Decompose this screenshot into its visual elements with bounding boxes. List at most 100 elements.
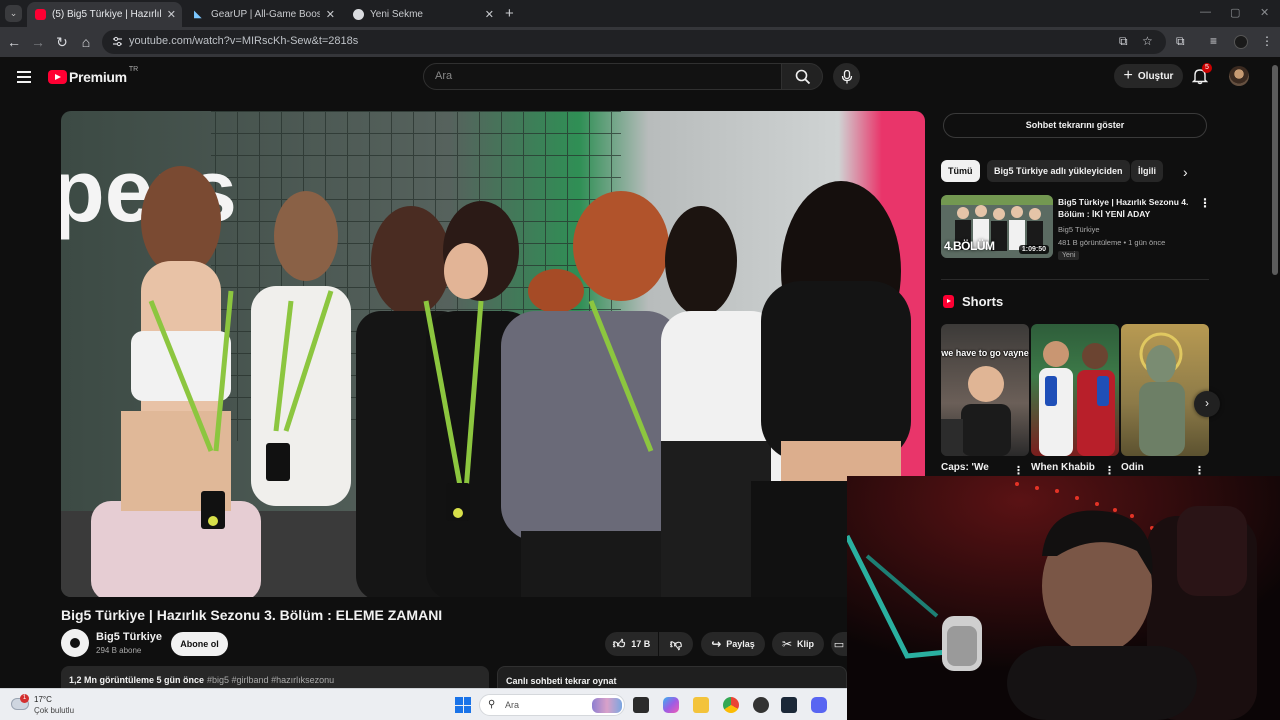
site-info-icon[interactable] [112, 36, 123, 47]
tab-title: (5) Big5 Türkiye | Hazırlık Sezonu [52, 9, 161, 20]
tab-search-button[interactable]: ⌄ [5, 5, 22, 22]
shorts-icon [943, 295, 954, 308]
short-thumbnail[interactable] [1031, 324, 1119, 456]
voice-search-button[interactable] [833, 63, 860, 90]
notifications-button[interactable]: 5 [1191, 63, 1212, 85]
tab-gearup[interactable]: ◣ GearUP | All-Game Booster | Re ✕ [186, 2, 341, 27]
steam-icon[interactable] [781, 697, 797, 713]
country-code: TR [128, 65, 139, 73]
short-title[interactable]: Odin [1121, 462, 1144, 473]
shorts-next-button[interactable]: › [1194, 391, 1220, 417]
save-icon: ▭ [833, 638, 845, 651]
logo-text: Premium [69, 69, 127, 85]
browser-toolbar: ← → ↻ ⌂ youtube.com/watch?v=MIRscKh-Sew&… [0, 27, 1280, 57]
divider [941, 279, 1209, 280]
chrome-icon[interactable] [723, 697, 739, 713]
gearup-favicon-icon: ◣ [194, 9, 202, 20]
weather-badge: 1 [20, 694, 29, 703]
menu-icon[interactable]: ⋮ [1261, 34, 1273, 48]
search-box[interactable] [423, 63, 782, 90]
reading-list-icon[interactable]: ≡ [1210, 34, 1217, 48]
webcam-image [847, 476, 1280, 720]
create-label: Oluştur [1137, 70, 1174, 82]
recommended-channel[interactable]: Big5 Türkiye [1058, 225, 1100, 234]
short-title[interactable]: Caps: 'We [941, 462, 989, 473]
close-tab-icon[interactable]: ✕ [326, 8, 335, 21]
youtube-logo[interactable]: Premium TR [48, 65, 139, 85]
dislike-button[interactable]: 👎︎ [659, 632, 693, 656]
taskbar-search-placeholder: Ara [505, 700, 520, 710]
shorts-heading-text: Shorts [962, 294, 1004, 309]
browser-tab-strip: ⌄ (5) Big5 Türkiye | Hazırlık Sezonu ✕ ◣… [0, 0, 1280, 27]
channel-name[interactable]: Big5 Türkiye [96, 631, 162, 643]
show-chat-replay-button[interactable]: Sohbet tekrarını göster [943, 113, 1207, 138]
windows-taskbar: 1 17°C Çok bulutlu ⚲ Ara [0, 688, 847, 720]
account-avatar[interactable] [1229, 66, 1249, 86]
short-caption: we have to go vayne [941, 348, 1029, 358]
close-tab-icon[interactable]: ✕ [167, 8, 176, 21]
short-thumbnail-image [1139, 332, 1185, 456]
task-view-icon[interactable] [633, 697, 649, 713]
thumbs-up-icon: 👍︎ [612, 636, 626, 651]
webcam-overlay [847, 476, 1280, 720]
reload-icon[interactable]: ↻ [54, 34, 70, 50]
recommended-thumbnail[interactable]: 4.BÖLÜM 1:09:50 [941, 195, 1053, 258]
forward-icon[interactable]: → [30, 34, 46, 50]
profile-avatar[interactable] [1234, 35, 1248, 49]
window-close-icon[interactable]: ✕ [1260, 6, 1269, 19]
taskbar-search[interactable]: ⚲ Ara [479, 694, 625, 716]
tab-title: GearUP | All-Game Booster | Re [211, 9, 320, 20]
cast-icon[interactable]: ⧉ [1119, 34, 1128, 49]
short-thumbnail-image [1039, 341, 1115, 456]
chip-from-uploader[interactable]: Big5 Türkiye adlı yükleyiciden [987, 160, 1130, 182]
chrome-favicon-icon [353, 9, 364, 20]
page-scrollbar[interactable] [1272, 65, 1278, 275]
save-button[interactable]: ▭ [831, 632, 847, 656]
clip-label: Klip [797, 639, 815, 649]
youtube-play-icon [48, 70, 67, 84]
channel-avatar[interactable] [61, 629, 89, 657]
hamburger-menu-icon[interactable] [17, 71, 31, 86]
short-title[interactable]: When Khabib [1031, 462, 1095, 473]
discord-icon[interactable] [811, 697, 827, 713]
back-icon[interactable]: ← [6, 34, 22, 50]
search-button[interactable] [781, 63, 823, 90]
chevron-right-icon[interactable]: › [1183, 164, 1188, 180]
microphone-icon [841, 70, 853, 84]
episode-overlay-text: 4.BÖLÜM [944, 239, 995, 253]
clip-button[interactable]: ✂ Klip [772, 632, 824, 656]
url-text: youtube.com/watch?v=MIRscKh-Sew&t=2818s [129, 35, 359, 47]
tab-new-tab[interactable]: Yeni Sekme ✕ [345, 2, 500, 27]
hashtags[interactable]: #big5 #girlband #hazırlıksezonu [207, 675, 334, 685]
share-button[interactable]: ↪ Paylaş [701, 632, 765, 656]
close-tab-icon[interactable]: ✕ [485, 8, 494, 21]
chip-related[interactable]: İlgili [1131, 160, 1163, 182]
search-input[interactable] [435, 70, 755, 82]
chevron-right-icon: › [1205, 396, 1209, 410]
more-options-icon[interactable]: ⋮ [1199, 197, 1211, 209]
subscribe-button[interactable]: Abone ol [171, 632, 228, 656]
thumbs-down-icon: 👎︎ [669, 636, 683, 651]
short-thumbnail[interactable] [1121, 324, 1209, 456]
short-thumbnail[interactable]: we have to go vayne [941, 324, 1029, 456]
create-button[interactable]: + Oluştur [1114, 64, 1183, 88]
extensions-icon[interactable]: ⧉ [1176, 34, 1185, 49]
recommended-title[interactable]: Big5 Türkiye | Hazırlık Sezonu 4. Bölüm … [1058, 196, 1194, 220]
bookmark-star-icon[interactable]: ☆ [1142, 34, 1153, 48]
new-tab-icon[interactable]: + [505, 5, 514, 22]
windows-start-icon[interactable] [455, 697, 471, 713]
share-icon: ↪ [711, 637, 722, 651]
like-button[interactable]: 👍︎ 17 B [605, 632, 658, 656]
app-icon[interactable] [753, 697, 769, 713]
tab-youtube[interactable]: (5) Big5 Türkiye | Hazırlık Sezonu ✕ [27, 2, 182, 27]
video-duration: 1:09:50 [1018, 245, 1049, 254]
maximize-icon[interactable]: ▢ [1230, 6, 1240, 19]
home-icon[interactable]: ⌂ [78, 34, 94, 50]
address-bar[interactable]: youtube.com/watch?v=MIRscKh-Sew&t=2818s … [102, 30, 1166, 54]
chip-all[interactable]: Tümü [941, 160, 980, 182]
file-explorer-icon[interactable] [693, 697, 709, 713]
minimize-icon[interactable]: — [1200, 6, 1211, 18]
video-player[interactable]: pers [61, 111, 925, 597]
copilot-icon[interactable] [663, 697, 679, 713]
tab-title: Yeni Sekme [370, 9, 423, 20]
